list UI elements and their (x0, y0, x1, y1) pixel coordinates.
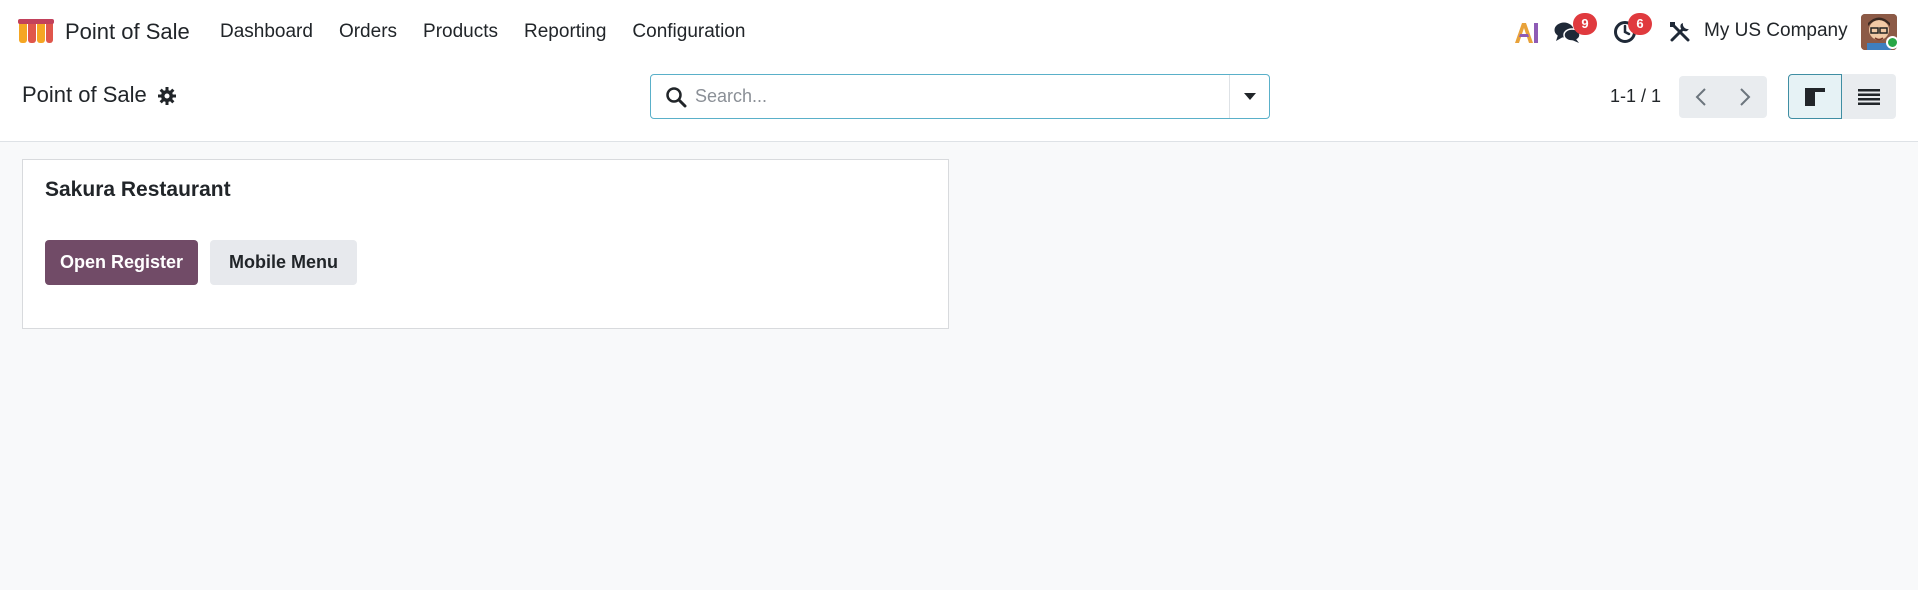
messages-badge: 9 (1573, 13, 1597, 35)
search-input[interactable] (695, 76, 1215, 117)
top-navbar: Point of Sale Dashboard Orders Products … (0, 0, 1918, 64)
menu-item-dashboard[interactable]: Dashboard (207, 21, 326, 43)
tools-icon[interactable] (1669, 21, 1691, 43)
menu-item-reporting[interactable]: Reporting (511, 21, 619, 43)
menu-item-products[interactable]: Products (410, 21, 511, 43)
pos-app-icon[interactable] (18, 19, 54, 45)
pager-value[interactable]: 1-1 / 1 (1610, 86, 1661, 107)
app-name[interactable]: Point of Sale (65, 19, 190, 45)
gear-icon[interactable] (157, 86, 177, 106)
search-icon (666, 87, 687, 108)
list-view-button[interactable] (1842, 74, 1896, 119)
ai-icon[interactable] (1513, 21, 1539, 45)
kanban-icon (1805, 87, 1825, 106)
chevron-right-icon (1740, 88, 1751, 106)
pos-config-card[interactable]: Sakura Restaurant Open Register Mobile M… (22, 159, 949, 329)
card-title: Sakura Restaurant (45, 178, 231, 201)
search-options-toggle[interactable] (1229, 75, 1269, 118)
menu-item-configuration[interactable]: Configuration (619, 21, 758, 43)
kanban-view-button[interactable] (1788, 74, 1842, 119)
main-menu: Dashboard Orders Products Reporting Conf… (207, 0, 758, 64)
company-switcher[interactable]: My US Company (1704, 20, 1848, 42)
chevron-left-icon (1695, 88, 1706, 106)
pager-previous-button[interactable] (1679, 76, 1723, 118)
caret-down-icon (1243, 92, 1256, 100)
activities-badge: 6 (1628, 13, 1652, 35)
list-icon (1858, 88, 1880, 105)
control-panel: Point of Sale 1-1 / 1 (0, 64, 1918, 142)
open-register-button[interactable]: Open Register (45, 240, 198, 285)
online-status-dot (1886, 36, 1899, 49)
search-box (650, 74, 1270, 119)
mobile-menu-button[interactable]: Mobile Menu (210, 240, 357, 285)
menu-item-orders[interactable]: Orders (326, 21, 410, 43)
page-title: Point of Sale (22, 82, 147, 107)
pager-next-button[interactable] (1723, 76, 1767, 118)
